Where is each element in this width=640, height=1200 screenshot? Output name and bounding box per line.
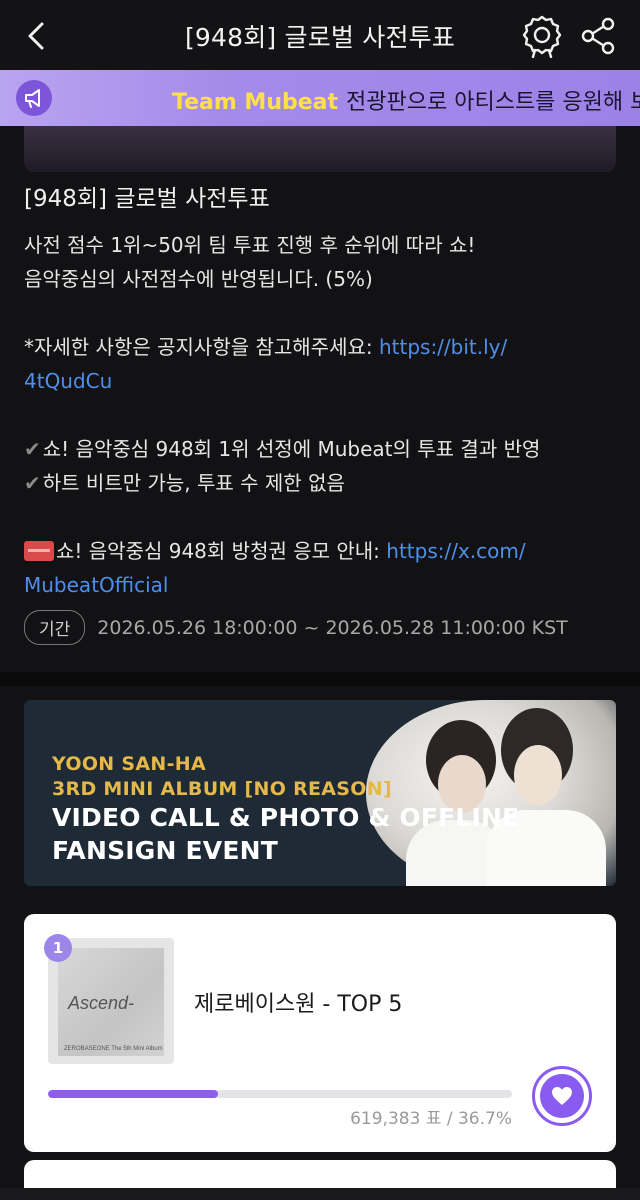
ticket-icon (24, 541, 54, 561)
song-title: 제로베이스원 - TOP 5 (194, 992, 403, 1017)
vote-detail-page: [948회] 글로벌 사전투표 Team Mubeat 전광판으로 아티스트를 … (0, 0, 640, 1200)
checklist-text: 쇼! 음악중심 948회 1위 선정에 Mubeat의 투표 결과 반영 (42, 437, 541, 461)
back-button[interactable] (18, 18, 54, 54)
notice-line-cont: 4tQudCu (24, 364, 616, 398)
event-ad-banner[interactable]: YOON SAN-HA 3RD MINI ALBUM [NO REASON] V… (24, 700, 616, 886)
period-label: 기간 (24, 610, 86, 645)
ad-artist: YOON SAN-HA (52, 753, 206, 775)
award-button[interactable] (522, 14, 562, 59)
vote-description: [948회] 글로벌 사전투표 사전 점수 1위~50위 팀 투표 진행 후 순… (24, 182, 616, 602)
vote-title: [948회] 글로벌 사전투표 (24, 186, 270, 212)
section-divider (0, 672, 640, 686)
bottom-nav (0, 1188, 640, 1200)
share-icon (581, 17, 615, 55)
share-button[interactable] (580, 16, 616, 56)
ticket-link[interactable]: https://x.com/ (386, 539, 525, 563)
award-badge-icon (522, 15, 562, 59)
vote-stats: 619,383 표 / 36.7% (350, 1109, 512, 1129)
announcement-banner[interactable]: Team Mubeat 전광판으로 아티스트를 응원해 보 (0, 70, 640, 126)
notice-text: *자세한 사항은 공지사항을 참고해주세요: (24, 335, 379, 359)
vote-progress-bar (48, 1090, 512, 1098)
announcement-text: Team Mubeat 전광판으로 아티스트를 응원해 보 (172, 84, 640, 116)
ticket-text: 쇼! 음악중심 948회 방청권 응모 안내: (56, 539, 387, 563)
heart-icon (540, 1074, 584, 1118)
checklist-text: 하트 비트만 가능, 투표 수 제한 없음 (42, 471, 345, 495)
description-line: 음악중심의 사전점수에 반영됩니다. (5%) (24, 267, 373, 291)
announcement-brand: Team Mubeat (172, 90, 339, 115)
notice-link-cont[interactable]: 4tQudCu (24, 369, 112, 393)
description-line: 사전 점수 1위~50위 팀 투표 진행 후 순위에 따라 쇼! (24, 233, 476, 257)
notice-link[interactable]: https://bit.ly/ (379, 335, 507, 359)
album-subtitle: ZEROBASEONE The 5th Mini Album (64, 1046, 163, 1052)
ticket-link-cont[interactable]: MubeatOfficial (24, 573, 168, 597)
period-range: 2026.05.26 18:00:00 ~ 2026.05.28 11:00:0… (97, 616, 568, 639)
vote-period: 기간 2026.05.26 18:00:00 ~ 2026.05.28 11:0… (24, 610, 568, 645)
checklist-item: ✔ 하트 비트만 가능, 투표 수 제한 없음 (24, 466, 616, 500)
heart-vote-button[interactable] (532, 1066, 592, 1126)
rank-badge: 1 (44, 934, 72, 962)
app-header: [948회] 글로벌 사전투표 (0, 0, 640, 72)
ticket-line-cont: MubeatOfficial (24, 568, 616, 602)
checkmark-icon: ✔ (24, 471, 41, 495)
ad-headline: VIDEO CALL & PHOTO & OFFLINE (52, 803, 520, 832)
announcement-message: 전광판으로 아티스트를 응원해 보 (346, 90, 640, 115)
checklist-item: ✔ 쇼! 음악중심 948회 1위 선정에 Mubeat의 투표 결과 반영 (24, 432, 616, 466)
checkmark-icon: ✔ (24, 437, 41, 461)
notice-line: *자세한 사항은 공지사항을 참고해주세요: https://bit.ly/ (24, 330, 616, 364)
chevron-left-icon (28, 22, 44, 50)
ad-album: 3RD MINI ALBUM [NO REASON] (52, 778, 392, 800)
ranking-card[interactable]: Ascend- ZEROBASEONE The 5th Mini Album 1… (24, 914, 616, 1152)
album-title: Ascend- (68, 993, 135, 1013)
artist-photo (366, 700, 616, 886)
vote-progress-fill (48, 1090, 219, 1098)
page-title: [948회] 글로벌 사전투표 (184, 23, 456, 52)
ticket-line: 쇼! 음악중심 948회 방청권 응모 안내: https://x.com/ (24, 534, 616, 568)
vote-banner-image (24, 126, 616, 172)
ad-headline-2: FANSIGN EVENT (52, 836, 279, 865)
megaphone-icon (16, 80, 52, 116)
